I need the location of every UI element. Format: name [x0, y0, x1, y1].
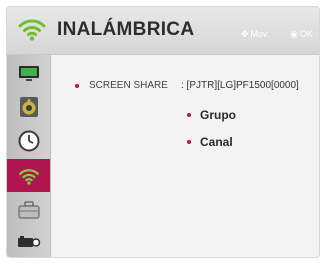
move-hint: ✥ Mov. — [241, 29, 269, 40]
sidebar-item-wireless[interactable] — [7, 159, 50, 192]
sidebar-item-time[interactable] — [7, 124, 50, 157]
wifi-icon — [18, 168, 39, 185]
wifi-icon — [18, 19, 46, 41]
sidebar — [7, 55, 51, 257]
screen-share-value: : [PJTR][LG]PF1500[0000] — [181, 80, 299, 91]
bullet-icon — [187, 140, 191, 144]
settings-panel: INALÁMBRICA ✥ Mov. ◉ OK SCREEN SHARE: [… — [6, 6, 320, 258]
sidebar-item-input[interactable] — [7, 225, 50, 257]
camera-icon — [17, 235, 40, 247]
bullet-icon — [75, 83, 79, 88]
bullet-icon — [187, 113, 191, 117]
speaker-icon — [19, 96, 38, 117]
briefcase-icon — [17, 200, 40, 219]
content-area: SCREEN SHARE : [PJTR][LG]PF1500[0000] Gr… — [51, 55, 319, 257]
option-label: Canal — [200, 135, 233, 149]
option-label: Grupo — [200, 108, 236, 122]
screen-share-row[interactable]: SCREEN SHARE — [75, 80, 168, 91]
ok-button-icon: ◉ — [290, 29, 298, 39]
ok-hint-label: OK — [299, 29, 313, 39]
clock-icon — [18, 130, 39, 151]
option-canal[interactable]: Canal — [187, 135, 233, 149]
option-grupo[interactable]: Grupo — [187, 108, 236, 122]
page-title: INALÁMBRICA — [57, 19, 195, 40]
sidebar-item-sound[interactable] — [7, 90, 50, 123]
dpad-icon: ✥ — [241, 29, 249, 39]
sidebar-item-picture[interactable] — [7, 57, 50, 90]
screen-share-label: SCREEN SHARE — [89, 80, 168, 91]
header-bar: INALÁMBRICA ✥ Mov. ◉ OK — [7, 7, 319, 55]
picture-icon — [18, 65, 39, 81]
move-hint-label: Mov. — [250, 29, 270, 39]
sidebar-item-options[interactable] — [7, 193, 50, 226]
ok-hint: ◉ OK — [290, 29, 313, 40]
